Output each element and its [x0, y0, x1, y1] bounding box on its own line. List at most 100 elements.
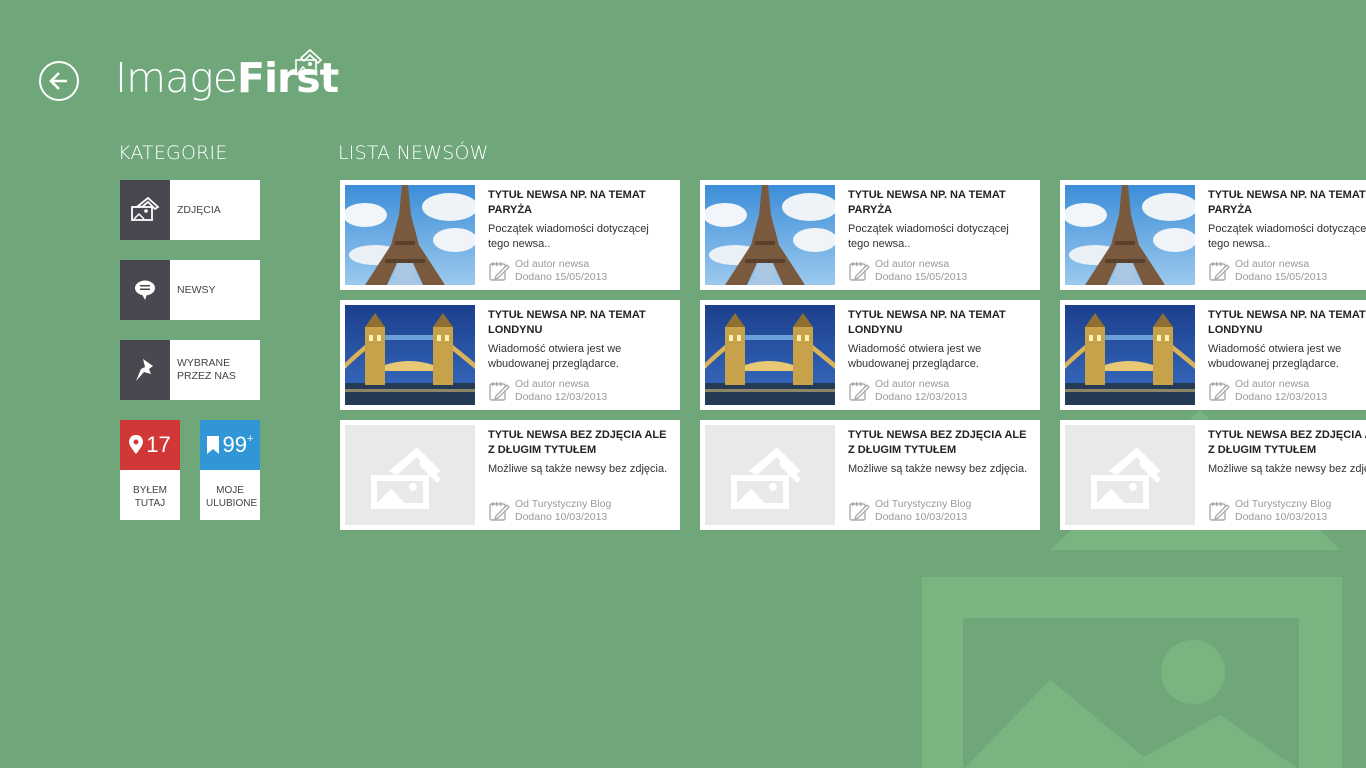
- image-placeholder-icon: [345, 425, 475, 525]
- news-meta: Od Turystyczny Blog Dodano 10/03/2013: [1208, 498, 1331, 524]
- news-author: Od Turystyczny Blog: [875, 498, 972, 510]
- news-date: Dodano 15/05/2013: [515, 271, 608, 283]
- logo-image-icon: [295, 48, 323, 75]
- news-excerpt: Wiadomość otwiera jest we wbudowanej prz…: [488, 343, 622, 370]
- note-edit-icon: [489, 502, 510, 521]
- news-author: Od autor newsa: [875, 258, 950, 270]
- news-date: Dodano 12/03/2013: [515, 391, 608, 403]
- news-thumbnail: [705, 305, 835, 405]
- news-card[interactable]: TYTUŁ NEWSA BEZ ZDJĘCIA ALE Z DŁUGIM TYT…: [700, 420, 1040, 530]
- favorites-label: MOJE ULUBIONE: [206, 485, 258, 509]
- news-excerpt: Możliwe są także newsy bez zdjęcia.: [488, 463, 668, 475]
- news-thumbnail: [705, 185, 835, 285]
- news-date: Dodano 10/03/2013: [1235, 511, 1328, 523]
- news-thumbnail: [345, 185, 475, 285]
- news-body: TYTUŁ NEWSA BEZ ZDJĘCIA ALE Z DŁUGIM TYT…: [1195, 420, 1366, 530]
- news-body: TYTUŁ NEWSA NP. NA TEMAT LONDYNU Wiadomo…: [475, 300, 680, 410]
- news-meta: Od autor newsa Dodano 15/05/2013: [848, 258, 967, 284]
- visited-label: BYŁEM TUTAJ: [133, 485, 167, 509]
- news-headline: TYTUŁ NEWSA NP. NA TEMAT LONDYNU: [1208, 309, 1366, 336]
- news-author: Od autor newsa: [1235, 258, 1310, 270]
- category-tile-photos[interactable]: ZDJĘCIA: [120, 180, 260, 240]
- favorites-count: 99: [222, 432, 248, 457]
- tower-bridge-image: [705, 305, 835, 405]
- news-card[interactable]: TYTUŁ NEWSA NP. NA TEMAT PARYŻA Początek…: [700, 180, 1040, 290]
- news-card[interactable]: TYTUŁ NEWSA BEZ ZDJĘCIA ALE Z DŁUGIM TYT…: [340, 420, 680, 530]
- news-date: Dodano 15/05/2013: [875, 271, 968, 283]
- category-label: WYBRANE PRZEZ NAS: [177, 357, 236, 382]
- news-headline: TYTUŁ NEWSA NP. NA TEMAT PARYŻA: [488, 189, 646, 216]
- news-excerpt: Początek wiadomości dotyczącej tego news…: [488, 223, 649, 250]
- news-meta: Od autor newsa Dodano 15/05/2013: [488, 258, 607, 284]
- news-author: Od autor newsa: [515, 258, 590, 270]
- favorites-count-suffix: +: [247, 433, 254, 445]
- image-placeholder-icon: [705, 425, 835, 525]
- news-body: TYTUŁ NEWSA NP. NA TEMAT LONDYNU Wiadomo…: [835, 300, 1040, 410]
- category-tile-news[interactable]: NEWSY: [120, 260, 260, 320]
- news-meta: Od Turystyczny Blog Dodano 10/03/2013: [488, 498, 611, 524]
- news-thumbnail: [345, 305, 475, 405]
- news-author: Od Turystyczny Blog: [515, 498, 612, 510]
- note-edit-icon: [849, 382, 870, 401]
- news-body: TYTUŁ NEWSA BEZ ZDJĘCIA ALE Z DŁUGIM TYT…: [475, 420, 680, 530]
- back-arrow-icon: [49, 72, 67, 90]
- news-excerpt: Możliwe są także newsy bez zdjęcia.: [1208, 463, 1366, 475]
- news-author: Od Turystyczny Blog: [1235, 498, 1332, 510]
- pin-icon: [120, 340, 170, 400]
- news-thumbnail: [1065, 185, 1195, 285]
- note-edit-icon: [849, 262, 870, 281]
- news-headline: TYTUŁ NEWSA BEZ ZDJĘCIA ALE Z DŁUGIM TYT…: [1208, 429, 1366, 456]
- visited-counter: 17: [120, 420, 180, 470]
- note-edit-icon: [849, 502, 870, 521]
- news-author: Od autor newsa: [1235, 378, 1310, 390]
- speech-bubble-icon: [120, 260, 170, 320]
- news-body: TYTUŁ NEWSA BEZ ZDJĘCIA ALE Z DŁUGIM TYT…: [835, 420, 1040, 530]
- tower-bridge-image: [1065, 305, 1195, 405]
- categories-heading: KATEGORIE: [118, 142, 228, 164]
- news-headline: TYTUŁ NEWSA BEZ ZDJĘCIA ALE Z DŁUGIM TYT…: [488, 429, 667, 456]
- news-card[interactable]: TYTUŁ NEWSA NP. NA TEMAT PARYŻA Początek…: [340, 180, 680, 290]
- news-thumbnail: [1065, 305, 1195, 405]
- news-card[interactable]: TYTUŁ NEWSA NP. NA TEMAT LONDYNU Wiadomo…: [340, 300, 680, 410]
- visited-tile[interactable]: 17 BYŁEM TUTAJ: [120, 420, 180, 520]
- news-headline: TYTUŁ NEWSA BEZ ZDJĘCIA ALE Z DŁUGIM TYT…: [848, 429, 1027, 456]
- note-edit-icon: [489, 262, 510, 281]
- tower-bridge-image: [345, 305, 475, 405]
- news-meta: Od autor newsa Dodano 15/05/2013: [1208, 258, 1327, 284]
- favorites-tile[interactable]: 99 + MOJE ULUBIONE: [200, 420, 260, 520]
- note-edit-icon: [1209, 382, 1230, 401]
- news-headline: TYTUŁ NEWSA NP. NA TEMAT PARYŻA: [1208, 189, 1366, 216]
- news-excerpt: Początek wiadomości dotyczącej tego news…: [1208, 223, 1366, 250]
- news-list-heading: LISTA NEWSÓW: [338, 142, 489, 164]
- news-meta: Od autor newsa Dodano 12/03/2013: [1208, 378, 1327, 404]
- eiffel-tower-image: [345, 185, 475, 285]
- news-card[interactable]: TYTUŁ NEWSA NP. NA TEMAT PARYŻA Początek…: [1060, 180, 1366, 290]
- news-author: Od autor newsa: [875, 378, 950, 390]
- category-label: ZDJĘCIA: [177, 203, 221, 216]
- news-headline: TYTUŁ NEWSA NP. NA TEMAT LONDYNU: [848, 309, 1006, 336]
- news-meta: Od autor newsa Dodano 12/03/2013: [488, 378, 607, 404]
- news-excerpt: Wiadomość otwiera jest we wbudowanej prz…: [1208, 343, 1342, 370]
- news-body: TYTUŁ NEWSA NP. NA TEMAT PARYŻA Początek…: [1195, 180, 1366, 290]
- news-date: Dodano 15/05/2013: [1235, 271, 1328, 283]
- news-thumbnail: [1065, 425, 1195, 525]
- news-body: TYTUŁ NEWSA NP. NA TEMAT LONDYNU Wiadomo…: [1195, 300, 1366, 410]
- news-date: Dodano 12/03/2013: [875, 391, 968, 403]
- category-label: NEWSY: [177, 283, 216, 296]
- news-card[interactable]: TYTUŁ NEWSA NP. NA TEMAT LONDYNU Wiadomo…: [1060, 300, 1366, 410]
- note-edit-icon: [1209, 262, 1230, 281]
- back-button[interactable]: [39, 61, 79, 101]
- news-thumbnail: [345, 425, 475, 525]
- news-thumbnail: [705, 425, 835, 525]
- news-excerpt: Wiadomość otwiera jest we wbudowanej prz…: [848, 343, 982, 370]
- visited-count: 17: [146, 432, 171, 457]
- favorites-counter: 99 +: [200, 420, 260, 470]
- category-tile-featured[interactable]: WYBRANE PRZEZ NAS: [120, 340, 260, 400]
- news-date: Dodano 10/03/2013: [875, 511, 968, 523]
- image-icon: [120, 180, 170, 240]
- news-card[interactable]: TYTUŁ NEWSA NP. NA TEMAT LONDYNU Wiadomo…: [700, 300, 1040, 410]
- news-card[interactable]: TYTUŁ NEWSA BEZ ZDJĘCIA ALE Z DŁUGIM TYT…: [1060, 420, 1366, 530]
- news-author: Od autor newsa: [515, 378, 590, 390]
- news-body: TYTUŁ NEWSA NP. NA TEMAT PARYŻA Początek…: [835, 180, 1040, 290]
- news-excerpt: Początek wiadomości dotyczącej tego news…: [848, 223, 1009, 250]
